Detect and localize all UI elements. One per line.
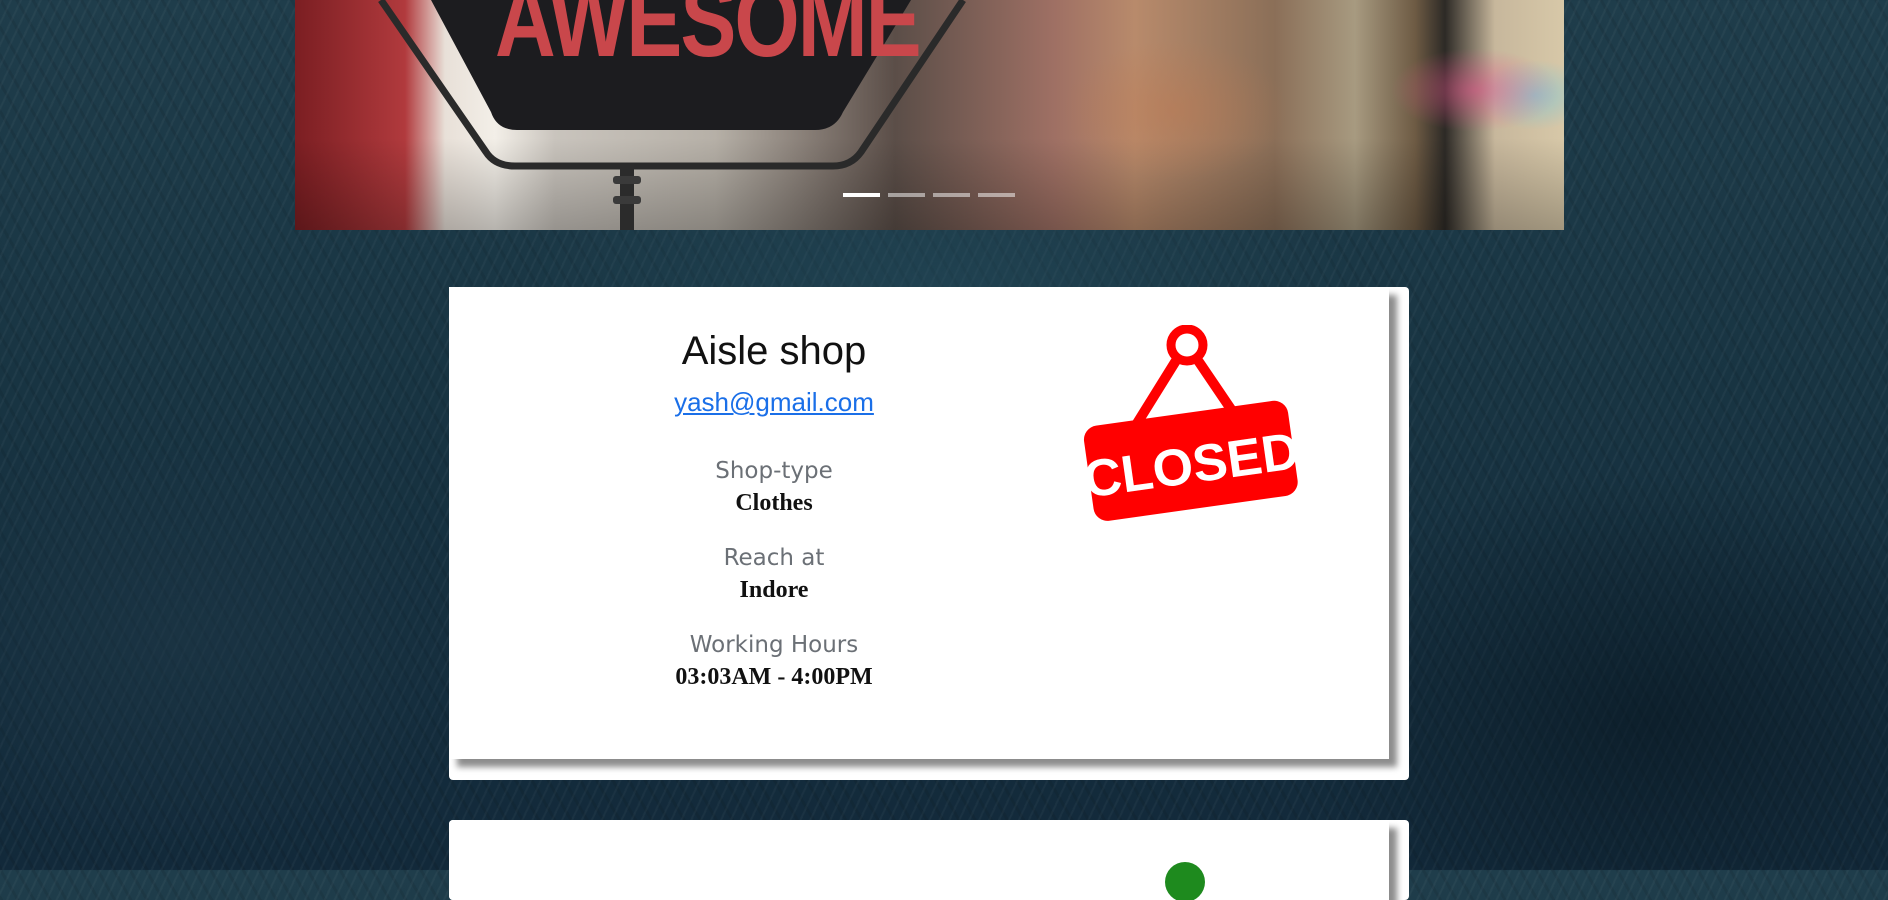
shop-card-2: [449, 820, 1409, 900]
carousel-indicator-1[interactable]: [843, 193, 880, 197]
shop-type-label: Shop-type: [715, 458, 833, 484]
working-hours-value: 03:03AM - 4:00PM: [675, 664, 873, 690]
shop-info: Aisle shop yash@gmail.com Shop-type Clot…: [589, 329, 959, 691]
shop-name: Aisle shop: [681, 329, 867, 373]
carousel-indicator-4[interactable]: [978, 193, 1015, 197]
shop-email-link[interactable]: yash@gmail.com: [674, 387, 874, 418]
shop-type-value: Clothes: [735, 490, 813, 516]
open-status-icon: [1165, 862, 1205, 900]
sign-text: AWESOME: [495, 0, 922, 79]
reach-value: Indore: [739, 577, 809, 603]
reach-label: Reach at: [723, 545, 825, 571]
carousel-indicator-2[interactable]: [888, 193, 925, 197]
shop-card-2-body: [449, 820, 1389, 900]
shop-card-body: Aisle shop yash@gmail.com Shop-type Clot…: [449, 287, 1389, 759]
carousel-indicators: [843, 193, 1015, 197]
working-hours-label: Working Hours: [689, 632, 859, 658]
shop-card: Aisle shop yash@gmail.com Shop-type Clot…: [449, 287, 1409, 780]
hero-carousel: AWESOME: [295, 0, 1564, 230]
closed-sign-icon: CLOSED: [1079, 324, 1303, 539]
carousel-indicator-3[interactable]: [933, 193, 970, 197]
